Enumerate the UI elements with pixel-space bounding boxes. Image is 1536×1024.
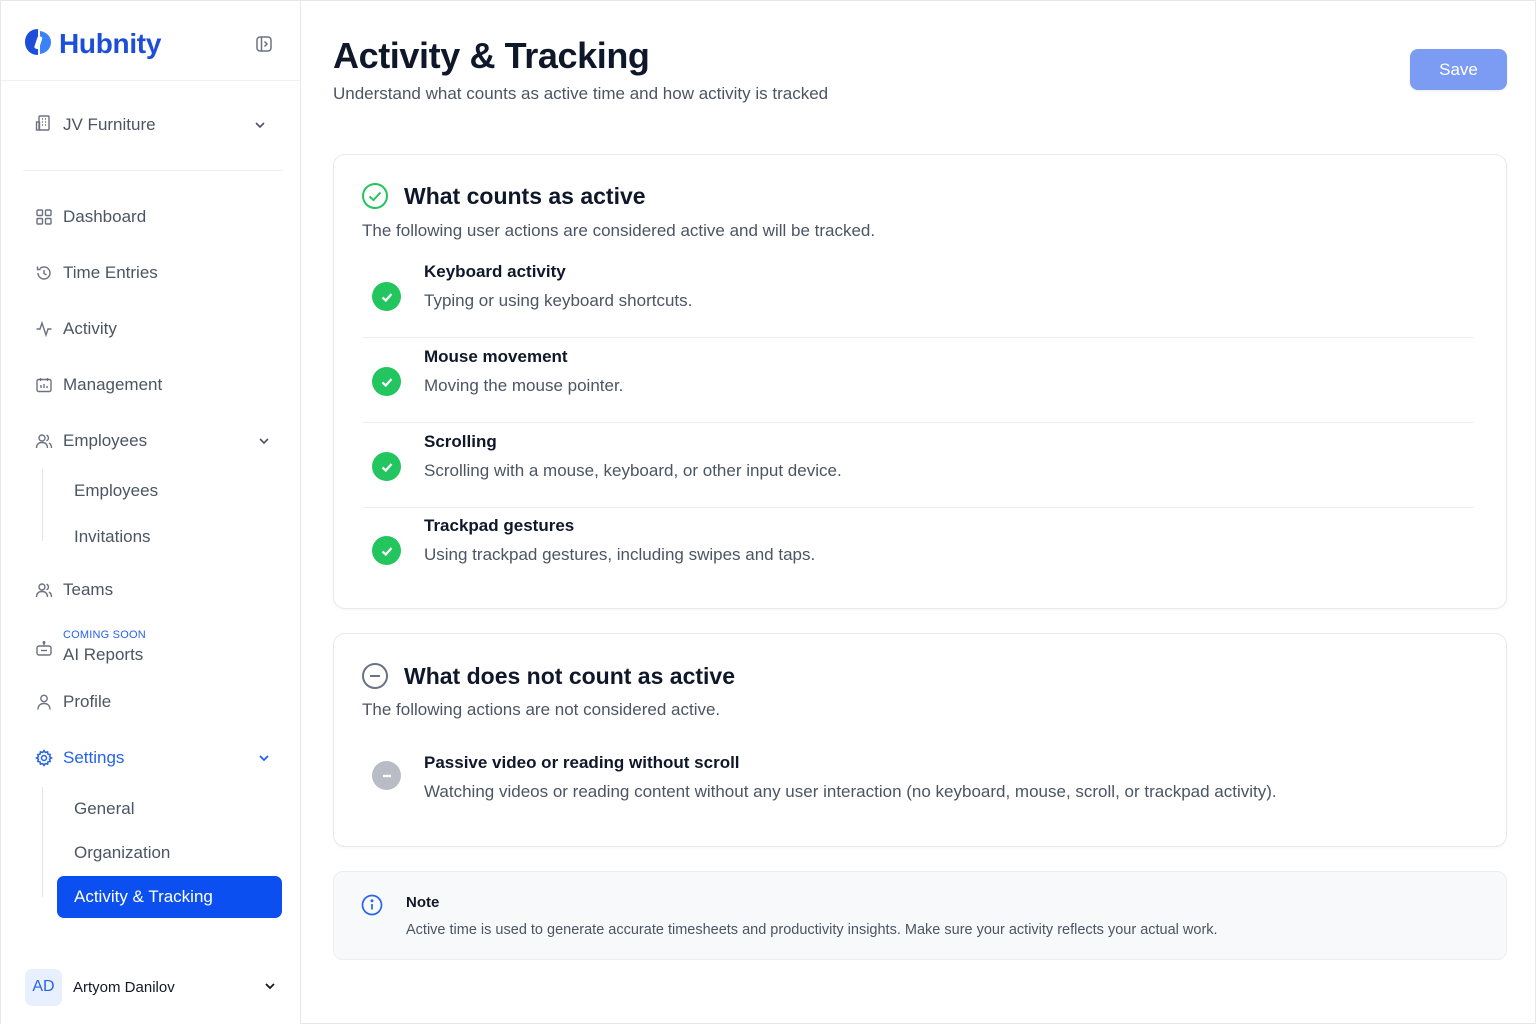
item-title: Mouse movement — [424, 347, 568, 366]
coming-soon-badge: COMING SOON — [63, 629, 146, 641]
brand-logo[interactable]: Hubnity — [23, 27, 161, 61]
section-title: What does not count as active — [404, 663, 735, 689]
item-description: Watching videos or reading content witho… — [424, 782, 1277, 801]
item-description: Moving the mouse pointer. — [424, 376, 624, 395]
sidebar-item-profile[interactable]: Profile — [35, 688, 275, 716]
gear-icon — [35, 749, 53, 767]
page-subtitle: Understand what counts as active time an… — [333, 84, 829, 103]
sidebar-item-label: Management — [63, 375, 163, 394]
activity-icon — [35, 320, 53, 338]
app-window: Hubnity JV Furniture Dashboard Time Entr… — [0, 0, 1536, 1024]
item-title: Keyboard activity — [424, 262, 566, 281]
users-icon — [35, 432, 53, 450]
organization-select[interactable]: JV Furniture — [35, 111, 271, 139]
collapse-sidebar-icon[interactable] — [255, 35, 273, 53]
section-title: What counts as active — [404, 183, 646, 209]
list-item: Trackpad gestures Using trackpad gesture… — [362, 507, 1474, 592]
check-circle-icon — [361, 182, 389, 215]
sidebar-item-label: Teams — [63, 580, 114, 599]
sidebar-subitem-invitations[interactable]: Invitations — [74, 525, 151, 549]
section-description: The following actions are not considered… — [362, 700, 721, 719]
chevron-down-icon — [263, 979, 277, 998]
inactive-criteria-card: What does not count as active The follow… — [333, 633, 1507, 847]
sidebar-item-label: Time Entries — [63, 263, 158, 282]
sidebar-item-teams[interactable]: Teams — [35, 576, 275, 604]
sidebar: Hubnity JV Furniture Dashboard Time Entr… — [1, 1, 301, 1024]
list-item: Scrolling Scrolling with a mouse, keyboa… — [362, 423, 1474, 508]
section-description: The following user actions are considere… — [362, 221, 876, 240]
sidebar-subitem-activity-tracking[interactable]: Activity & Tracking — [57, 876, 282, 918]
user-menu[interactable]: AD Artyom Danilov — [25, 968, 281, 1006]
grid-icon — [35, 208, 53, 226]
sidebar-item-activity[interactable]: Activity — [35, 315, 275, 343]
check-icon — [372, 452, 401, 481]
sidebar-item-label: Settings — [63, 748, 125, 767]
sidebar-subitem-employees[interactable]: Employees — [74, 479, 158, 503]
sidebar-item-label: AI Reports — [63, 645, 144, 664]
sidebar-item-label: Activity — [63, 319, 117, 338]
building-icon — [35, 114, 53, 137]
user-name: Artyom Danilov — [73, 978, 175, 996]
hubnity-logo-icon — [23, 27, 53, 62]
sidebar-item-management[interactable]: Management — [35, 371, 275, 399]
save-button[interactable]: Save — [1410, 49, 1507, 90]
active-criteria-card: What counts as active The following user… — [333, 154, 1507, 609]
users-icon — [35, 581, 53, 599]
sidebar-item-ai-reports[interactable]: COMING SOON AI Reports — [35, 629, 275, 669]
sidebar-item-time-entries[interactable]: Time Entries — [35, 259, 275, 287]
brand-name: Hubnity — [59, 28, 162, 59]
sidebar-subitem-general[interactable]: General — [74, 797, 134, 821]
sidebar-subitem-organization[interactable]: Organization — [74, 841, 170, 865]
submenu-guide-line — [42, 787, 43, 897]
item-description: Using trackpad gestures, including swipe… — [424, 545, 816, 564]
chevron-down-icon — [253, 118, 267, 137]
item-title: Passive video or reading without scroll — [424, 753, 740, 772]
sidebar-item-settings[interactable]: Settings — [35, 744, 275, 772]
item-description: Typing or using keyboard shortcuts. — [424, 291, 693, 310]
note-text: Active time is used to generate accurate… — [406, 922, 1218, 938]
check-icon — [372, 536, 401, 565]
check-icon — [372, 282, 401, 311]
minus-circle-icon — [361, 662, 389, 695]
item-description: Scrolling with a mouse, keyboard, or oth… — [424, 461, 842, 480]
sidebar-item-label: Employees — [63, 431, 148, 450]
info-icon — [361, 894, 383, 921]
sidebar-item-label: Profile — [63, 692, 112, 711]
list-item: Mouse movement Moving the mouse pointer. — [362, 338, 1474, 423]
sidebar-item-label: Dashboard — [63, 207, 147, 226]
submenu-guide-line — [42, 469, 43, 541]
divider — [1, 80, 301, 81]
item-title: Scrolling — [424, 432, 497, 451]
history-icon — [35, 264, 53, 282]
item-title: Trackpad gestures — [424, 516, 575, 535]
check-icon — [372, 367, 401, 396]
chevron-down-icon — [257, 750, 271, 770]
sidebar-item-employees[interactable]: Employees — [35, 427, 275, 455]
chevron-down-icon — [257, 433, 271, 453]
list-item: Keyboard activity Typing or using keyboa… — [362, 253, 1474, 338]
page-title: Activity & Tracking — [333, 35, 650, 76]
divider — [23, 170, 283, 171]
note-title: Note — [406, 894, 440, 911]
user-icon — [35, 693, 53, 711]
minus-icon — [372, 761, 401, 790]
sidebar-item-dashboard[interactable]: Dashboard — [35, 203, 275, 231]
list-item: Passive video or reading without scroll … — [362, 744, 1474, 829]
avatar: AD — [25, 968, 62, 1006]
note-callout: Note Active time is used to generate acc… — [333, 871, 1507, 960]
robot-icon — [35, 640, 53, 663]
calendar-icon — [35, 376, 53, 394]
organization-name: JV Furniture — [63, 115, 156, 134]
